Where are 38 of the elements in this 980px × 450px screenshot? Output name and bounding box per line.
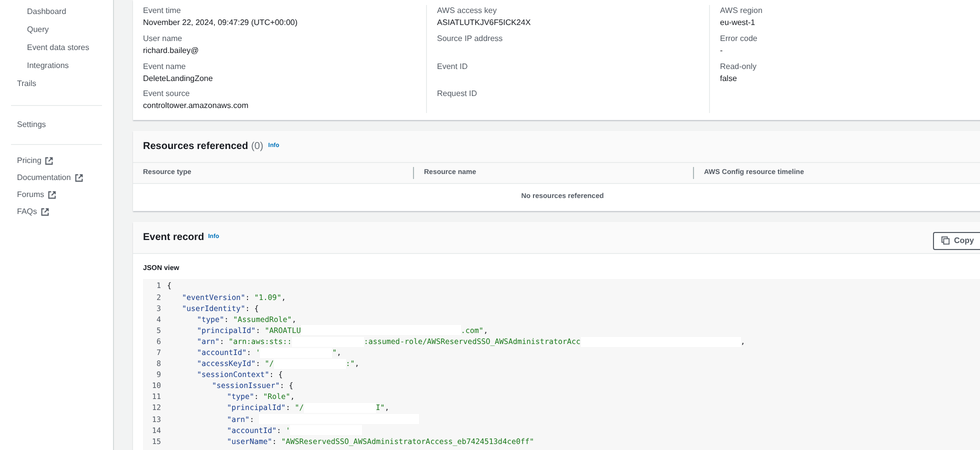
copy-icon [941, 236, 950, 245]
field-label: User name [143, 32, 184, 45]
field-label: Event name [143, 60, 187, 72]
external-link-icon [74, 174, 83, 182]
sidebar-item[interactable]: Trails [17, 78, 113, 90]
field-value: DeleteLandingZone [143, 72, 214, 84]
sidebar-link[interactable]: Forums [17, 189, 113, 201]
field-label: Event source [143, 88, 191, 100]
sidebar-link[interactable]: FAQs [17, 206, 113, 218]
sidebar-item[interactable]: Query [27, 24, 113, 36]
field-label: AWS region [720, 5, 764, 17]
copy-button[interactable]: Copy [933, 232, 980, 250]
field-label: Event time [143, 5, 182, 17]
field-value: ASIATLUTKJV6F5ICK24X [437, 17, 532, 29]
field-value: November 22, 2024, 09:47:29 (UTC+00:00) [143, 17, 299, 29]
field-label: Read-only [720, 61, 758, 73]
panel-title: Event record [143, 231, 204, 245]
sidebar-link[interactable]: Documentation [17, 172, 113, 184]
sidebar-item[interactable]: Integrations [27, 60, 113, 72]
field-value: - [720, 45, 724, 57]
panel-title: Resources referenced [143, 140, 248, 154]
resource-count: (0) [251, 140, 264, 154]
external-link-icon [41, 208, 50, 216]
external-link-icon [48, 191, 56, 199]
field-value: eu-west-1 [720, 17, 756, 29]
field-value: controltower.amazonaws.com [143, 100, 250, 112]
field-value: richard.bailey@ [143, 44, 200, 57]
sidebar-item[interactable]: Settings [0, 106, 113, 144]
sidebar-item[interactable]: Event data stores [27, 42, 113, 54]
field-label: Request ID [437, 88, 478, 100]
field-label: Event ID [437, 60, 469, 72]
field-label: AWS access key [437, 5, 498, 17]
sidebar-item[interactable]: Dashboard [27, 6, 113, 18]
field-label: Source IP address [437, 32, 504, 45]
field-value: false [720, 73, 738, 85]
field-label: Error code [720, 33, 758, 45]
external-link-icon [45, 157, 54, 165]
sidebar-link[interactable]: Pricing [17, 155, 113, 167]
